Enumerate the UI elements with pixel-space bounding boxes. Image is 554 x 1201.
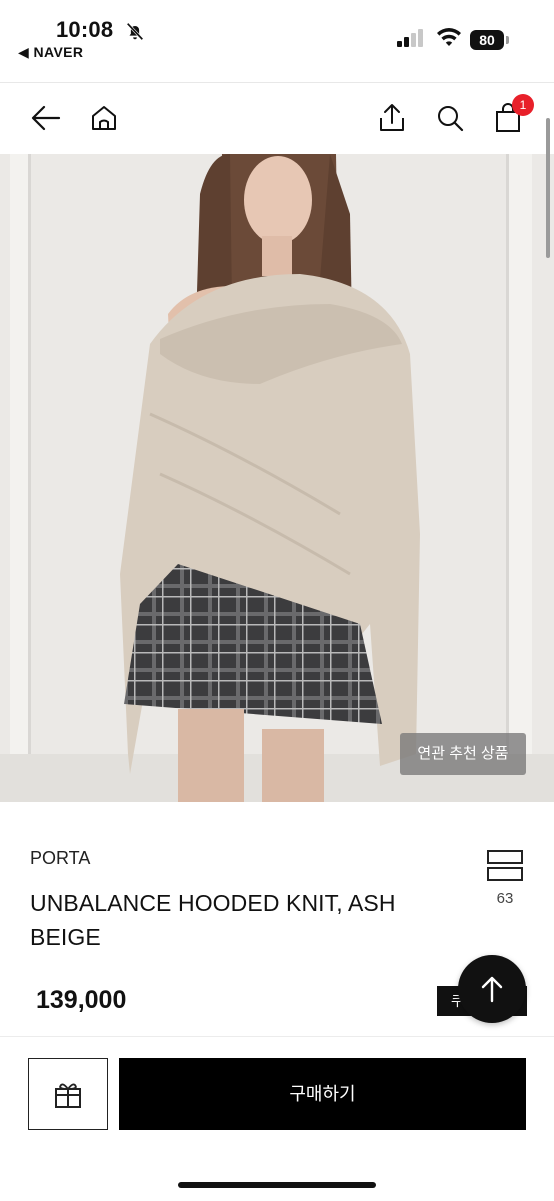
divider — [0, 82, 554, 83]
signal-icon — [397, 29, 423, 47]
home-indicator — [178, 1182, 376, 1188]
back-to-naver-link[interactable]: ◀ NAVER — [18, 44, 83, 61]
status-bar: 10:08 ◀ NAVER 80 — [0, 0, 554, 80]
back-arrow-icon — [31, 105, 61, 131]
status-time: 10:08 — [56, 17, 114, 42]
wish-icon — [487, 850, 523, 881]
scroll-to-top-button[interactable] — [458, 955, 526, 1023]
wish-button[interactable]: 63 — [480, 850, 530, 910]
gift-icon — [55, 1083, 81, 1108]
home-icon — [92, 106, 116, 130]
buy-button[interactable]: 구매하기 — [119, 1058, 526, 1130]
home-button[interactable] — [84, 98, 124, 138]
battery-tip — [506, 36, 509, 44]
share-icon — [380, 104, 404, 131]
back-button[interactable] — [26, 98, 66, 138]
battery-level: 80 — [470, 30, 504, 50]
cart-count-badge: 1 — [512, 94, 534, 116]
arrow-up-icon — [481, 976, 503, 1003]
search-button[interactable] — [430, 98, 470, 138]
wish-count: 63 — [496, 890, 514, 907]
cart-button[interactable]: 1 — [488, 94, 534, 138]
top-navigation: 1 — [0, 84, 554, 154]
product-title: UNBALANCE HOODED KNIT, ASH BEIGE — [30, 890, 396, 950]
product-photo — [0, 154, 554, 802]
bell-off-icon — [126, 22, 144, 41]
related-products-button[interactable]: 연관 추천 상품 — [400, 733, 526, 775]
battery-indicator: 80 — [470, 30, 510, 52]
price: 139,000 — [36, 986, 127, 1014]
gift-button[interactable] — [28, 1058, 108, 1130]
wifi-icon — [437, 28, 461, 46]
share-button[interactable] — [372, 98, 412, 138]
search-icon — [438, 106, 464, 132]
brand-name[interactable]: PORTA — [30, 848, 90, 869]
bottom-action-bar: 구매하기 — [0, 1036, 554, 1201]
product-image[interactable] — [0, 154, 554, 802]
scrollbar[interactable] — [546, 118, 550, 258]
